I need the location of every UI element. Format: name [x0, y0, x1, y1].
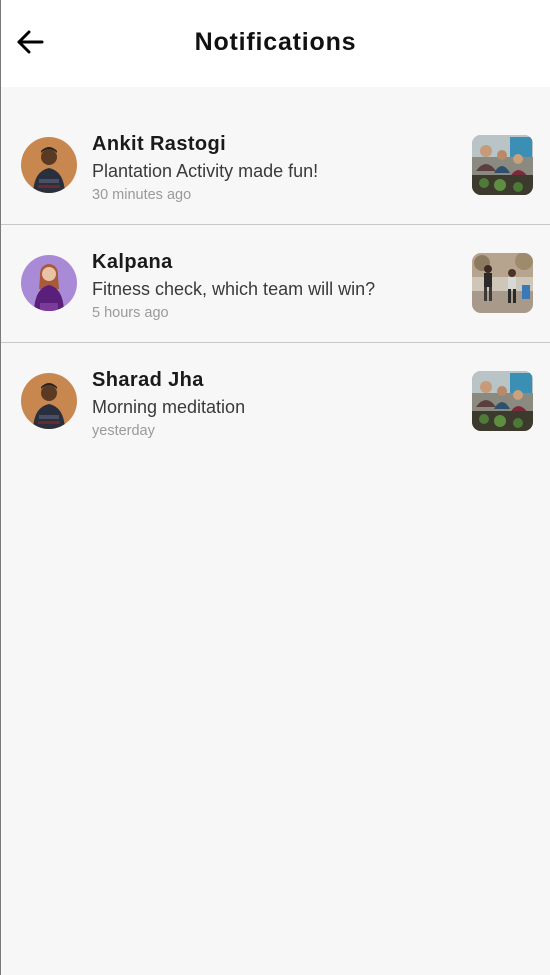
notification-time: 30 minutes ago — [92, 187, 192, 203]
app-header: Notifications — [1, 0, 550, 87]
sender-name: Sharad Jha — [92, 369, 204, 391]
avatar — [21, 373, 77, 429]
notification-time: yesterday — [92, 423, 155, 439]
notification-item[interactable]: Ankit Rastogi Plantation Activity made f… — [1, 107, 550, 225]
fitness-photo-icon — [472, 253, 533, 313]
woman-avatar-icon — [21, 255, 77, 311]
notification-item[interactable]: Kalpana Fitness check, which team will w… — [1, 225, 550, 343]
man-avatar-icon — [21, 137, 77, 193]
thumbnail[interactable] — [472, 371, 533, 431]
avatar — [21, 137, 77, 193]
notification-message: Fitness check, which team will win? — [92, 279, 376, 299]
sender-name: Kalpana — [92, 251, 173, 273]
plantation-photo-icon — [472, 135, 533, 195]
thumbnail[interactable] — [472, 253, 533, 313]
thumbnail[interactable] — [472, 135, 533, 195]
notification-message: Plantation Activity made fun! — [92, 161, 319, 181]
notification-time: 5 hours ago — [92, 305, 169, 321]
page-title: Notifications — [194, 28, 357, 56]
notification-item[interactable]: Sharad Jha Morning meditation yesterday — [1, 343, 550, 460]
notification-message: Morning meditation — [92, 397, 246, 417]
man-avatar-icon — [21, 373, 77, 429]
avatar — [21, 255, 77, 311]
plantation-photo-icon — [472, 371, 533, 431]
notification-list: Ankit Rastogi Plantation Activity made f… — [1, 107, 550, 460]
sender-name: Ankit Rastogi — [92, 133, 227, 155]
